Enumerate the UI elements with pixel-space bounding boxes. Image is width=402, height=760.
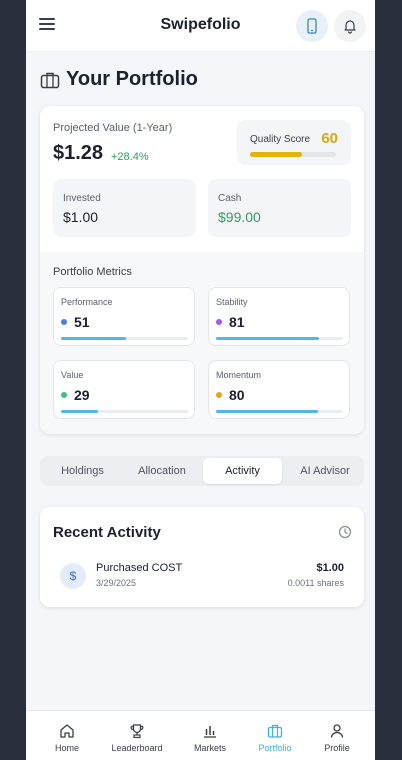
metric-bar-fill: [61, 410, 98, 413]
user-icon: [330, 724, 344, 738]
projected-value: $1.28: [53, 142, 104, 164]
metric-dot: [216, 392, 222, 398]
briefcase-icon: [267, 724, 283, 738]
metric-stability: Stability 81: [208, 287, 350, 346]
cash-value: $99.00: [218, 209, 261, 225]
trophy-icon: [130, 724, 144, 739]
bottom-navigation: Home Leaderboard Markets Portfolio Profi…: [26, 710, 375, 760]
recent-activity-card: Recent Activity $ Purchased COST 3/29/20…: [40, 507, 364, 607]
activity-date: 3/29/2025: [96, 578, 137, 588]
nav-markets[interactable]: Markets: [183, 711, 237, 760]
metric-bar: [216, 410, 343, 413]
tab-ai-advisor[interactable]: AI Advisor: [286, 458, 364, 484]
metric-label: Stability: [216, 297, 248, 307]
metric-label: Value: [61, 370, 84, 380]
metric-bar: [216, 337, 343, 340]
portfolio-metrics: Portfolio Metrics Performance 51 Stabili…: [40, 252, 364, 434]
nav-label: Home: [54, 743, 79, 753]
tab-allocation[interactable]: Allocation: [123, 458, 201, 484]
metric-value-score: Value 29: [53, 360, 195, 419]
portfolio-tabs: Holdings Allocation Activity AI Advisor: [40, 456, 364, 486]
projected-value-label: Projected Value (1-Year): [53, 122, 173, 134]
metric-label: Momentum: [216, 370, 262, 380]
quality-score-value: 60: [321, 130, 338, 147]
cash-box: Cash $99.00: [208, 179, 351, 237]
tab-activity[interactable]: Activity: [203, 458, 282, 484]
metric-bar-fill: [216, 337, 319, 340]
portfolio-summary-card: Projected Value (1-Year) $1.28 +28.4% Qu…: [40, 106, 364, 434]
metric-dot: [61, 392, 67, 398]
notifications-button[interactable]: [334, 10, 366, 42]
projected-change: +28.4%: [111, 151, 149, 163]
nav-leaderboard[interactable]: Leaderboard: [106, 711, 168, 760]
metric-bar-fill: [216, 410, 318, 413]
metric-label: Performance: [61, 297, 113, 307]
metric-bar-fill: [61, 337, 126, 340]
recent-activity-title: Recent Activity: [53, 524, 161, 541]
nav-portfolio[interactable]: Portfolio: [248, 711, 302, 760]
metric-value: 81: [229, 314, 245, 330]
nav-label: Markets: [193, 743, 226, 753]
home-icon: [60, 724, 74, 738]
metric-value: 29: [74, 387, 90, 403]
dollar-icon: $: [60, 563, 86, 589]
nav-label: Profile: [324, 743, 350, 753]
metric-dot: [216, 319, 222, 325]
quality-score-box: Quality Score 60: [237, 120, 351, 165]
metric-performance: Performance 51: [53, 287, 195, 346]
activity-name: Purchased COST: [96, 562, 183, 574]
tab-holdings[interactable]: Holdings: [44, 458, 121, 484]
metric-momentum: Momentum 80: [208, 360, 350, 419]
quality-score-fill: [250, 152, 302, 157]
smartphone-icon: [307, 18, 317, 34]
device-button[interactable]: [296, 10, 328, 42]
activity-amount: $1.00: [316, 562, 344, 574]
metric-dot: [61, 319, 67, 325]
quality-score-bar: [250, 152, 336, 157]
briefcase-icon: [40, 72, 60, 88]
clock-icon[interactable]: [338, 525, 352, 539]
nav-home[interactable]: Home: [40, 711, 94, 760]
nav-profile[interactable]: Profile: [310, 711, 364, 760]
cash-label: Cash: [218, 193, 242, 204]
invested-box: Invested $1.00: [53, 179, 196, 237]
metric-value: 80: [229, 387, 245, 403]
nav-label: Leaderboard: [111, 743, 163, 753]
app-frame: Swipefolio Your Portfolio Projected Valu…: [26, 0, 375, 760]
metric-bar: [61, 410, 188, 413]
page-title: Your Portfolio: [66, 68, 198, 90]
page-heading: Your Portfolio: [40, 68, 198, 91]
nav-label: Portfolio: [258, 743, 292, 753]
quality-score-label: Quality Score: [250, 134, 311, 145]
invested-value: $1.00: [63, 209, 99, 225]
metrics-title: Portfolio Metrics: [53, 266, 132, 278]
top-bar: Swipefolio: [26, 0, 375, 52]
bar-chart-icon: [204, 726, 216, 738]
metric-bar: [61, 337, 188, 340]
activity-shares: 0.0011 shares: [287, 578, 344, 588]
bell-icon: [344, 20, 356, 34]
invested-label: Invested: [63, 193, 101, 204]
metric-value: 51: [74, 314, 90, 330]
